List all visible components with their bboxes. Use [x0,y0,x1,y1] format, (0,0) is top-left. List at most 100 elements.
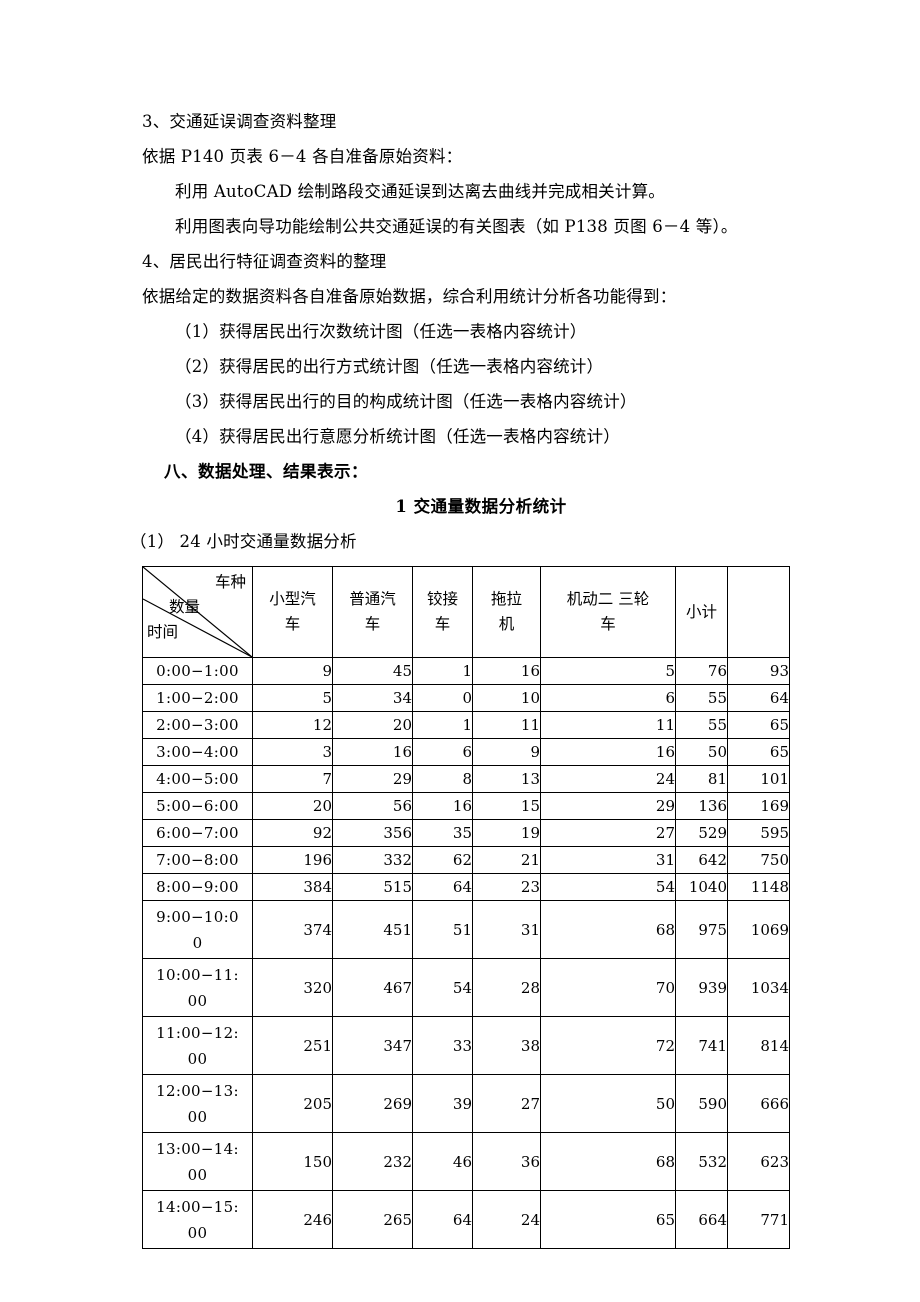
row-time-line1: 10:00−11: [156,965,239,984]
cell-normal-car: 20 [332,711,413,739]
row-time-line1: 7:00−8:00 [156,851,239,869]
row-time-line1: 14:00−15: [156,1197,239,1216]
row-time-line2: 0 [192,933,203,952]
paragraph-10: （4）获得居民出行意愿分析统计图（任选一表格内容统计） [175,427,620,446]
section-title: 1 交通量数据分析统计 [395,497,567,516]
cell-tractor: 24 [472,1190,541,1249]
corner-label-time: 时间 [147,623,179,641]
cell-articulated-bus: 35 [412,819,473,847]
header-motorcycle-tricycle-line2: 车 [600,615,616,633]
paragraph-9: （3）获得居民出行的目的构成统计图（任选一表格内容统计） [175,392,637,411]
cell-small-car: 205 [252,1074,333,1133]
row-time-range: 0:00−1:00 [142,657,253,685]
row-time-range: 7:00−8:00 [142,846,253,874]
paragraph-7: （1）获得居民出行次数统计图（任选一表格内容统计） [175,322,587,341]
cell-subtotal: 741 [675,1016,728,1075]
row-time-range: 13:00−14: 00 [142,1132,253,1191]
paragraph-8: （2）获得居民的出行方式统计图（任选一表格内容统计） [175,357,604,376]
cell-tractor: 28 [472,958,541,1017]
cell-motorcycle-tricycle: 31 [540,846,676,874]
cell-small-car: 3 [252,738,333,766]
cell-last: 623 [727,1132,790,1191]
cell-subtotal: 81 [675,765,728,793]
header-motorcycle-tricycle: 机动二 三轮 车 [540,566,676,658]
row-time-range: 10:00−11: 00 [142,958,253,1017]
cell-subtotal: 136 [675,792,728,820]
cell-subtotal: 532 [675,1132,728,1191]
header-small-car: 小型汽 车 [252,566,333,658]
row-time-line1: 9:00−10:0 [156,907,239,926]
cell-articulated-bus: 16 [412,792,473,820]
table-row: 11:00−12: 00 251 347 33 38 72 741 814 [142,1016,790,1075]
header-articulated-bus-line1: 铰接 [426,590,458,608]
cell-small-car: 384 [252,873,333,901]
cell-normal-car: 34 [332,684,413,712]
cell-small-car: 12 [252,711,333,739]
cell-motorcycle-tricycle: 68 [540,1132,676,1191]
row-time-line1: 1:00−2:00 [156,689,239,707]
cell-subtotal: 975 [675,900,728,959]
table-row: 2:00−3:00 12 20 1 11 11 55 65 [142,711,790,739]
cell-small-car: 9 [252,657,333,685]
header-normal-car-line2: 车 [364,615,381,633]
cell-normal-car: 451 [332,900,413,959]
cell-normal-car: 232 [332,1132,413,1191]
document-text-body: 3、交通延误调查资料整理 依据 P140 页表 6－4 各自准备原始资料： 利用… [130,104,790,559]
table-header-row: 车种 数量 时间 小型汽 车 普通汽 车 铰接 车 拖拉 机 机动二 三轮 车 … [142,566,790,658]
cell-normal-car: 332 [332,846,413,874]
row-time-line2: 00 [187,1165,208,1184]
header-normal-car-line1: 普通汽 [349,590,396,608]
cell-subtotal: 55 [675,684,728,712]
table-row: 0:00−1:00 9 45 1 16 5 76 93 [142,657,790,685]
cell-normal-car: 45 [332,657,413,685]
header-small-car-line2: 车 [284,615,301,633]
cell-subtotal: 642 [675,846,728,874]
cell-tractor: 19 [472,819,541,847]
header-tractor-line2: 机 [498,615,515,633]
cell-subtotal: 50 [675,738,728,766]
traffic-volume-table: 车种 数量 时间 小型汽 车 普通汽 车 铰接 车 拖拉 机 机动二 三轮 车 … [142,566,790,1249]
cell-subtotal: 1040 [675,873,728,901]
header-subtotal: 小计 [675,566,728,658]
cell-tractor: 15 [472,792,541,820]
cell-tractor: 36 [472,1132,541,1191]
cell-tractor: 31 [472,900,541,959]
cell-small-car: 5 [252,684,333,712]
cell-subtotal: 529 [675,819,728,847]
cell-last: 750 [727,846,790,874]
header-articulated-bus: 铰接 车 [412,566,473,658]
cell-articulated-bus: 0 [412,684,473,712]
row-time-line1: 3:00−4:00 [156,743,239,761]
table-row: 4:00−5:00 7 29 8 13 24 81 101 [142,765,790,793]
cell-articulated-bus: 62 [412,846,473,874]
corner-label-quantity: 数量 [169,598,201,616]
cell-subtotal: 76 [675,657,728,685]
cell-normal-car: 56 [332,792,413,820]
row-time-line2: 00 [187,1049,208,1068]
header-small-car-line1: 小型汽 [269,590,316,608]
cell-last: 169 [727,792,790,820]
traffic-volume-table-container: 车种 数量 时间 小型汽 车 普通汽 车 铰接 车 拖拉 机 机动二 三轮 车 … [142,566,790,1249]
cell-last: 1034 [727,958,790,1017]
table-body: 0:00−1:00 9 45 1 16 5 76 93 1:00−2:00 5 34 0 10 6 55 64… [142,657,790,1249]
cell-last: 93 [727,657,790,685]
cell-small-car: 320 [252,958,333,1017]
table-row: 14:00−15: 00 246 265 64 24 65 664 771 [142,1190,790,1249]
cell-tractor: 16 [472,657,541,685]
table-row: 1:00−2:00 5 34 0 10 6 55 64 [142,684,790,712]
cell-last: 1148 [727,873,790,901]
table-row: 10:00−11: 00 320 467 54 28 70 939 1034 [142,958,790,1017]
cell-last: 65 [727,711,790,739]
row-time-range: 11:00−12: 00 [142,1016,253,1075]
paragraph-1: 3、交通延误调查资料整理 [142,112,337,131]
cell-tractor: 27 [472,1074,541,1133]
cell-articulated-bus: 6 [412,738,473,766]
table-row: 3:00−4:00 3 16 6 9 16 50 65 [142,738,790,766]
cell-normal-car: 515 [332,873,413,901]
cell-tractor: 38 [472,1016,541,1075]
cell-articulated-bus: 46 [412,1132,473,1191]
cell-tractor: 9 [472,738,541,766]
table-row: 6:00−7:00 92 356 35 19 27 529 595 [142,819,790,847]
header-last-empty [727,566,790,658]
cell-articulated-bus: 64 [412,873,473,901]
